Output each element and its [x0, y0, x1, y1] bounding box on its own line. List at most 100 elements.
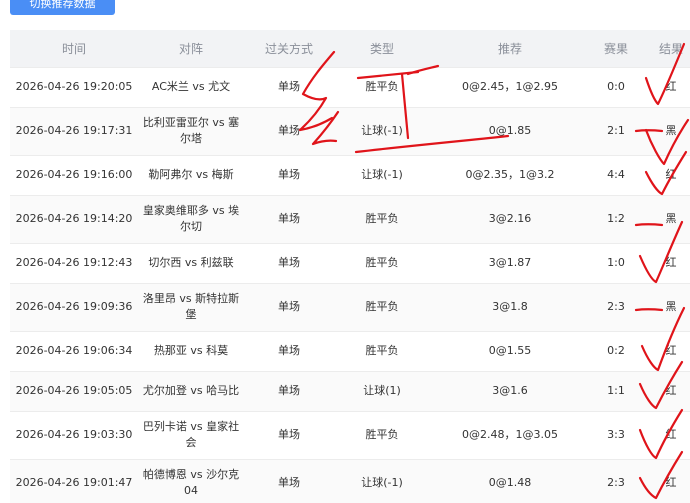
table-row: 2026-04-26 19:14:20 皇家奥维耶多 vs 埃尔切 单场 胜平负… [10, 194, 690, 243]
cell-match: 比利亚雷亚尔 vs 塞尔塔 [138, 106, 244, 155]
table-row: 2026-04-26 19:01:47 帕德博恩 vs 沙尔克04 单场 让球(… [10, 458, 690, 503]
cell-result: 红 [642, 410, 690, 459]
cell-match: 皇家奥维耶多 vs 埃尔切 [138, 194, 244, 243]
cell-pass: 单场 [244, 330, 334, 371]
cell-result: 红 [642, 458, 690, 503]
table-row: 2026-04-26 19:20:05 AC米兰 vs 尤文 单场 胜平负 0@… [10, 66, 690, 107]
cell-score: 1:2 [590, 194, 642, 243]
cell-type: 胜平负 [334, 330, 430, 371]
result-text: 黑 [665, 212, 677, 225]
cell-score: 0:2 [590, 330, 642, 371]
cell-result: 红 [642, 154, 690, 195]
cell-result: 红 [642, 370, 690, 411]
header-pass: 过关方式 [264, 41, 313, 56]
result-text: 红 [665, 344, 677, 357]
cell-result: 黑 [642, 194, 690, 243]
cell-score: 2:3 [590, 458, 642, 503]
cell-result: 红 [642, 66, 690, 107]
cell-type: 胜平负 [334, 66, 430, 107]
cell-rec: 3@2.16 [430, 194, 590, 243]
cell-result: 红 [642, 330, 690, 371]
cell-time: 2026-04-26 19:05:05 [10, 370, 138, 411]
table-row: 2026-04-26 19:09:36 洛里昂 vs 斯特拉斯堡 单场 胜平负 … [10, 282, 690, 331]
cell-type: 让球(-1) [334, 458, 430, 503]
header-time: 时间 [61, 41, 86, 56]
result-text: 红 [665, 476, 677, 490]
cell-type: 让球(-1) [334, 154, 430, 195]
cell-rec: 0@1.48 [430, 458, 590, 503]
cell-score: 3:3 [590, 410, 642, 459]
cell-result: 黑 [642, 282, 690, 331]
cell-rec: 0@2.45，1@2.95 [430, 66, 590, 107]
header-match: 对阵 [178, 41, 203, 56]
cell-match: 洛里昂 vs 斯特拉斯堡 [138, 282, 244, 331]
cell-score: 1:0 [590, 242, 642, 283]
cell-type: 胜平负 [334, 242, 430, 283]
header-rec: 推荐 [497, 41, 522, 56]
header-result: 结果 [658, 41, 683, 56]
result-text: 黑 [665, 124, 677, 137]
table-row: 2026-04-26 19:17:31 比利亚雷亚尔 vs 塞尔塔 单场 让球(… [10, 106, 690, 155]
cell-time: 2026-04-26 19:20:05 [10, 66, 138, 107]
table-row: 2026-04-26 19:12:43 切尔西 vs 利兹联 单场 胜平负 3@… [10, 242, 690, 283]
cell-rec: 3@1.8 [430, 282, 590, 331]
cell-score: 4:4 [590, 154, 642, 195]
cell-match: AC米兰 vs 尤文 [138, 66, 244, 107]
table-row: 2026-04-26 19:06:34 热那亚 vs 科莫 单场 胜平负 0@1… [10, 330, 690, 371]
cell-score: 1:1 [590, 370, 642, 411]
header-type: 类型 [369, 41, 394, 56]
cell-rec: 3@1.87 [430, 242, 590, 283]
cell-match: 帕德博恩 vs 沙尔克04 [138, 458, 244, 503]
cell-pass: 单场 [244, 458, 334, 503]
cell-rec: 0@1.55 [430, 330, 590, 371]
result-text: 红 [665, 80, 677, 93]
cell-time: 2026-04-26 19:06:34 [10, 330, 138, 371]
result-text: 红 [665, 256, 677, 269]
result-text: 黑 [665, 300, 677, 313]
cell-type: 让球(-1) [334, 106, 430, 155]
header-score: 赛果 [603, 41, 628, 56]
cell-type: 胜平负 [334, 410, 430, 459]
cell-rec: 0@1.85 [430, 106, 590, 155]
cell-pass: 单场 [244, 194, 334, 243]
cell-result: 黑 [642, 106, 690, 155]
cell-pass: 单场 [244, 370, 334, 411]
cell-score: 0:0 [590, 66, 642, 107]
cell-time: 2026-04-26 19:09:36 [10, 282, 138, 331]
cell-pass: 单场 [244, 410, 334, 459]
result-text: 红 [665, 168, 677, 181]
switch-data-button[interactable]: 切换推荐数据 [10, 0, 115, 15]
cell-time: 2026-04-26 19:17:31 [10, 106, 138, 155]
cell-rec: 3@1.6 [430, 370, 590, 411]
cell-match: 尤尔加登 vs 哈马比 [138, 370, 244, 411]
cell-rec: 0@2.48，1@3.05 [430, 410, 590, 459]
cell-pass: 单场 [244, 106, 334, 155]
table-header-row: 时间 对阵 过关方式 类型 推荐 赛果 结果 [10, 30, 690, 67]
cell-score: 2:1 [590, 106, 642, 155]
cell-match: 热那亚 vs 科莫 [138, 330, 244, 371]
cell-match: 勒阿弗尔 vs 梅斯 [138, 154, 244, 195]
cell-time: 2026-04-26 19:16:00 [10, 154, 138, 195]
cell-type: 胜平负 [334, 194, 430, 243]
cell-time: 2026-04-26 19:12:43 [10, 242, 138, 283]
result-text: 红 [665, 384, 677, 397]
recommendation-table: 时间 对阵 过关方式 类型 推荐 赛果 结果 2026-04-26 19:20:… [10, 30, 690, 503]
cell-pass: 单场 [244, 154, 334, 195]
result-text: 红 [665, 428, 677, 441]
cell-time: 2026-04-26 19:14:20 [10, 194, 138, 243]
cell-pass: 单场 [244, 242, 334, 283]
cell-type: 让球(1) [334, 370, 430, 411]
cell-match: 巴列卡诺 vs 皇家社会 [138, 410, 244, 459]
table-row: 2026-04-26 19:16:00 勒阿弗尔 vs 梅斯 单场 让球(-1)… [10, 154, 690, 195]
cell-type: 胜平负 [334, 282, 430, 331]
cell-rec: 0@2.35，1@3.2 [430, 154, 590, 195]
cell-result: 红 [642, 242, 690, 283]
table-row: 2026-04-26 19:05:05 尤尔加登 vs 哈马比 单场 让球(1)… [10, 370, 690, 411]
cell-score: 2:3 [590, 282, 642, 331]
cell-pass: 单场 [244, 66, 334, 107]
cell-match: 切尔西 vs 利兹联 [138, 242, 244, 283]
cell-time: 2026-04-26 19:03:30 [10, 410, 138, 459]
table-row: 2026-04-26 19:03:30 巴列卡诺 vs 皇家社会 单场 胜平负 … [10, 410, 690, 459]
cell-pass: 单场 [244, 282, 334, 331]
cell-time: 2026-04-26 19:01:47 [10, 458, 138, 503]
